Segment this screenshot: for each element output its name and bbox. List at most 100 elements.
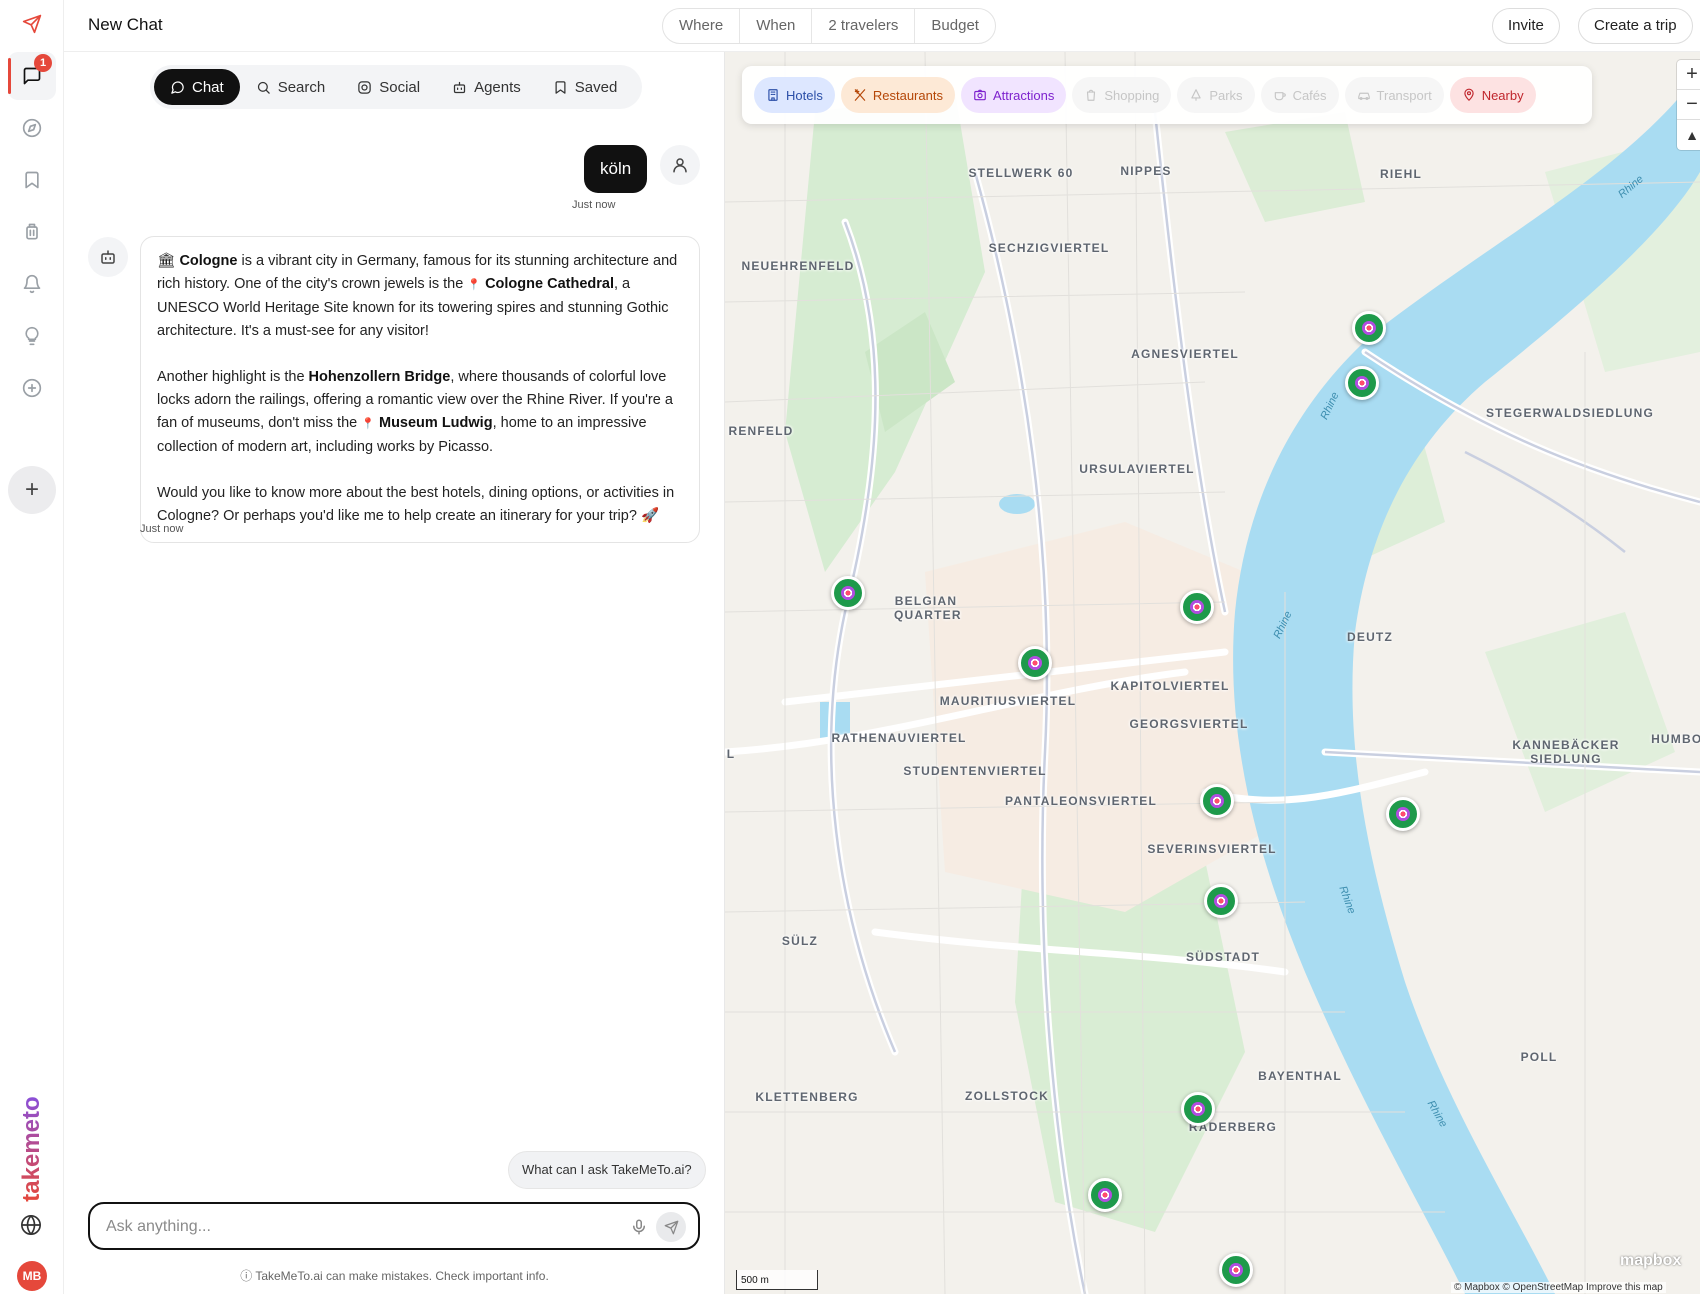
landmark-emoji: 🏛 [157, 253, 176, 269]
tab-social[interactable]: Social [341, 69, 436, 105]
place-link-museum[interactable]: Museum Ludwig [379, 415, 493, 431]
map-pin-marker[interactable] [1352, 311, 1386, 345]
bold-bridge: Hohenzollern Bridge [308, 369, 451, 385]
send-icon[interactable] [8, 0, 56, 48]
tab-chat[interactable]: Chat [154, 69, 240, 105]
filter-where[interactable]: Where [663, 9, 741, 43]
district-label: ZOLLSTOCK [965, 1089, 1049, 1103]
category-filter-bar: Hotels Restaurants Attractions Shopping … [742, 66, 1592, 124]
suggestion-chip[interactable]: What can I ask TakeMeTo.ai? [508, 1151, 706, 1189]
place-link-cathedral[interactable]: Cologne Cathedral [485, 276, 614, 292]
category-label: Shopping [1104, 87, 1160, 103]
district-label: SÜLZ [781, 934, 819, 948]
district-label: STELLWERK 60 [968, 166, 1074, 180]
send-button[interactable] [656, 1212, 686, 1242]
map-pin-marker[interactable] [1345, 366, 1379, 400]
rail-notifications-button[interactable] [8, 260, 56, 308]
category-label: Cafés [1292, 87, 1327, 103]
map-pin-icon [1464, 88, 1474, 101]
category-restaurants[interactable]: Restaurants [840, 77, 955, 113]
tab-agents[interactable]: Agents [436, 69, 537, 105]
bot-message: 🏛 Cologne is a vibrant city in Germany, … [140, 236, 700, 543]
map-attribution[interactable]: © Mapbox © OpenStreetMap Improve this ma… [1451, 1282, 1666, 1293]
rocket-emoji: 🚀 [640, 508, 659, 524]
composer [88, 1202, 700, 1250]
microphone-icon[interactable] [628, 1216, 650, 1238]
zoom-in-button[interactable]: + [1677, 60, 1700, 90]
rail-add-button[interactable] [8, 364, 56, 412]
category-label: Nearby [1481, 87, 1524, 103]
compass-button[interactable]: ▲ [1677, 120, 1700, 150]
category-shopping[interactable]: Shopping [1072, 77, 1172, 113]
category-label: Attractions [992, 87, 1055, 103]
category-cafes[interactable]: Cafés [1260, 77, 1339, 113]
map-pin-marker[interactable] [1204, 884, 1238, 918]
filter-budget[interactable]: Budget [915, 9, 995, 43]
district-label: MAURITIUSVIERTEL [939, 694, 1077, 708]
map-pin-marker[interactable] [831, 576, 865, 610]
tab-saved[interactable]: Saved [537, 69, 634, 105]
bot-paragraph-1: 🏛 Cologne is a vibrant city in Germany, … [157, 250, 684, 343]
map-pin-marker[interactable] [1386, 797, 1420, 831]
filter-when[interactable]: When [740, 9, 813, 43]
bell-icon [23, 274, 41, 294]
rail-trips-button[interactable] [8, 208, 56, 256]
map-view[interactable]: STELLWERK 60 NIPPES RIEHL SECHZIGVIERTEL… [725, 52, 1700, 1294]
category-parks[interactable]: Parks [1177, 77, 1255, 113]
camera-icon [974, 89, 986, 101]
map-pin-marker[interactable] [1181, 1092, 1215, 1126]
map-pin-marker[interactable] [1088, 1178, 1122, 1212]
globe-icon[interactable] [20, 1214, 44, 1238]
tab-chat-label: Chat [192, 78, 224, 96]
category-nearby[interactable]: Nearby [1449, 77, 1536, 113]
bookmark-icon [555, 80, 566, 94]
map-pin-marker[interactable] [1180, 590, 1214, 624]
app-root: 1 + takemeto MB New Chat Where When 2 tr… [0, 0, 1700, 1294]
district-label: STUDENTENVIERTEL [903, 764, 1047, 778]
rail-chat-button[interactable]: 1 [8, 52, 56, 100]
new-chat-button[interactable]: + [8, 466, 56, 514]
rail-ideas-button[interactable] [8, 312, 56, 360]
bot-message-time: Just now [140, 523, 184, 535]
rail-saved-button[interactable] [8, 156, 56, 204]
district-label: AGNESVIERTEL [1131, 347, 1239, 361]
avatar[interactable]: MB [17, 1261, 47, 1291]
brand-text: takemeto [18, 1096, 45, 1202]
map-pin-icon: 📍 [467, 279, 482, 291]
category-label: Transport [1376, 87, 1432, 103]
tab-saved-label: Saved [574, 78, 618, 96]
trip-filters: Where When 2 travelers Budget [662, 8, 996, 44]
district-label: URSULAVIERTEL [1079, 462, 1195, 476]
category-attractions[interactable]: Attractions [960, 77, 1067, 113]
filter-travelers[interactable]: 2 travelers [812, 9, 916, 43]
car-icon [1357, 92, 1370, 100]
tree-icon [1191, 89, 1201, 101]
notification-badge: 1 [34, 54, 52, 72]
category-hotels[interactable]: Hotels [754, 77, 835, 113]
tab-search[interactable]: Search [240, 69, 342, 105]
send-icon [664, 1220, 678, 1234]
user-icon [673, 158, 687, 173]
tab-social-label: Social [379, 78, 421, 96]
map-pin-marker[interactable] [1219, 1253, 1253, 1287]
map-pin-icon: 📍 [361, 418, 375, 430]
message-input[interactable] [106, 1215, 586, 1239]
bold-cologne: Cologne [179, 253, 238, 269]
invite-button[interactable]: Invite [1492, 8, 1560, 44]
bookmark-icon [25, 171, 39, 189]
luggage-icon [26, 223, 38, 240]
top-bar: New Chat Where When 2 travelers Budget I… [64, 0, 1700, 52]
create-trip-button[interactable]: Create a trip [1578, 8, 1693, 44]
brand-logo: takemeto [14, 1094, 50, 1204]
district-label: SEVERINSVIERTEL [1147, 842, 1277, 856]
mapbox-logo: mapbox [1620, 1252, 1682, 1269]
map-pin-marker[interactable] [1018, 646, 1052, 680]
lightbulb-icon [25, 326, 39, 346]
zoom-out-button[interactable]: − [1677, 90, 1700, 120]
rail-explore-button[interactable] [8, 104, 56, 152]
cup-icon [1274, 92, 1286, 101]
robot-icon [453, 81, 466, 93]
map-pin-marker[interactable] [1200, 784, 1234, 818]
category-transport[interactable]: Transport [1344, 77, 1444, 113]
zoom-controls: + − ▲ [1677, 60, 1700, 150]
